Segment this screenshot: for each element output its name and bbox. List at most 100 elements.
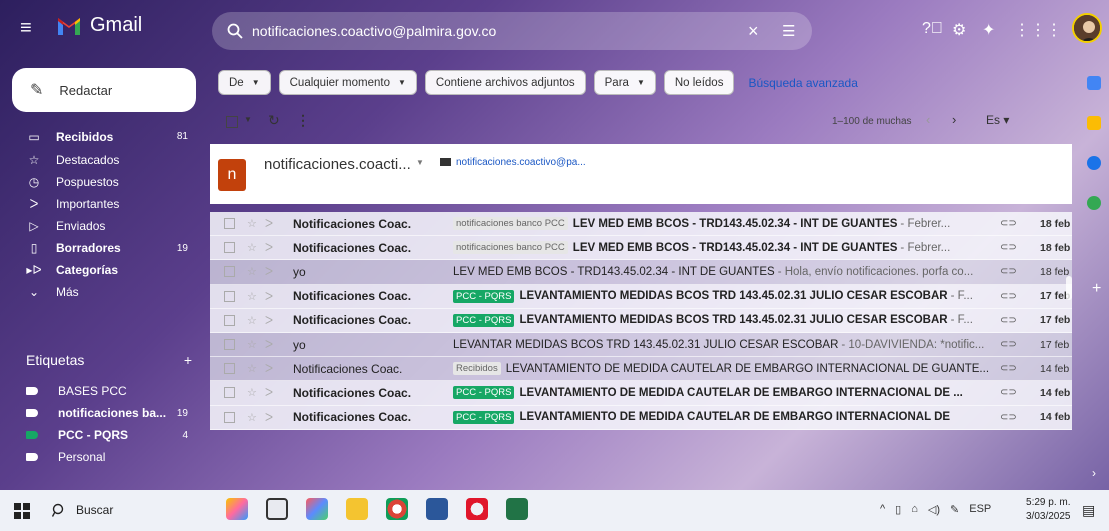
attachment-icon[interactable]: ⊂⊃ (1000, 339, 1020, 350)
email-label-chip[interactable]: PCC - PQRS (453, 289, 515, 303)
clear-search-icon[interactable]: × (748, 21, 764, 42)
word-icon[interactable] (426, 498, 448, 520)
volume-icon[interactable]: ◁) (928, 503, 940, 516)
star-icon[interactable]: ☆ (247, 217, 261, 230)
notification-icon[interactable]: ▤ (1082, 502, 1095, 519)
row-checkbox[interactable] (224, 314, 235, 326)
gemini-sparkle-icon[interactable]: ✦ (982, 20, 995, 40)
more-options-icon[interactable]: ⋮ (296, 112, 310, 129)
account-avatar[interactable] (1072, 13, 1102, 43)
label-item-personal[interactable]: Personal (0, 446, 200, 468)
opera-icon[interactable] (466, 498, 488, 520)
row-checkbox[interactable] (224, 363, 235, 375)
star-icon[interactable]: ☆ (247, 314, 261, 327)
attachment-icon[interactable]: ⊂⊃ (1000, 218, 1020, 229)
expand-panel-icon[interactable]: › (1092, 466, 1096, 480)
important-marker-icon[interactable]: ᐳ (265, 241, 279, 254)
email-row[interactable]: ☆ ᐳ Notificaciones Coac. notificaciones ban… (210, 212, 1072, 237)
taskbar-search[interactable]: Buscar (52, 503, 113, 517)
scrollbar-thumb[interactable] (1066, 276, 1072, 300)
important-marker-icon[interactable]: ᐳ (265, 386, 279, 399)
sidebar-item-sent[interactable]: ▷ Enviados (0, 215, 200, 237)
copilot-sparkle-icon[interactable] (226, 498, 248, 520)
label-item-bases-pcc[interactable]: BASES PCC (0, 380, 200, 402)
star-icon[interactable]: ☆ (247, 265, 261, 278)
add-addon-icon[interactable]: + (1092, 280, 1101, 298)
search-input[interactable]: notificaciones.coactivo@palmira.gov.co (252, 23, 748, 39)
next-page-icon[interactable]: › (952, 112, 956, 127)
star-icon[interactable]: ☆ (247, 290, 261, 303)
filter-from-chip[interactable]: De ▼ (218, 70, 271, 95)
row-checkbox[interactable] (224, 411, 235, 423)
search-bar[interactable]: notificaciones.coactivo@palmira.gov.co ×… (212, 12, 812, 50)
star-icon[interactable]: ☆ (247, 362, 261, 375)
windows-start-icon[interactable] (14, 503, 30, 519)
add-label-icon[interactable]: + (184, 352, 192, 368)
important-marker-icon[interactable]: ᐳ (265, 265, 279, 278)
apps-grid-icon[interactable]: ⋮⋮⋮ (1014, 20, 1062, 40)
email-row[interactable]: ☆ ᐳ yo LEV MED EMB BCOS - TRD143.45.02.34 -… (210, 260, 1072, 285)
tasks-icon[interactable] (1086, 156, 1101, 170)
email-row[interactable]: ☆ ᐳ Notificaciones Coac. PCC - PQRS LEVANTAM… (210, 308, 1072, 333)
filter-unread-chip[interactable]: No leídos (663, 70, 735, 95)
star-icon[interactable]: ☆ (247, 338, 261, 351)
calendar-icon[interactable] (1086, 76, 1101, 90)
row-checkbox[interactable] (224, 266, 235, 278)
refresh-icon[interactable]: ↻ (268, 112, 280, 129)
row-checkbox[interactable] (224, 387, 235, 399)
input-language-selector[interactable]: Es ▾ (986, 113, 1009, 127)
label-item-pcc-pqrs[interactable]: PCC - PQRS 4 (0, 424, 200, 446)
file-explorer-icon[interactable] (346, 498, 368, 520)
email-row[interactable]: ☆ ᐳ Notificaciones Coac. Recibidos LEVANTAMI… (210, 357, 1072, 382)
pen-icon[interactable]: ✎ (950, 503, 959, 516)
sidebar-item-inbox[interactable]: ▭ Recibidos 81 (0, 124, 200, 149)
prev-page-icon[interactable]: ‹ (926, 112, 930, 127)
teams-chat-icon[interactable] (306, 498, 328, 520)
contact-email[interactable]: notificaciones.coactivo@pa... (440, 157, 586, 168)
sidebar-item-important[interactable]: ᐳ Importantes (0, 193, 200, 215)
select-all-checkbox[interactable] (226, 116, 238, 128)
email-row[interactable]: ☆ ᐳ Notificaciones Coac. notificaciones ban… (210, 236, 1072, 261)
important-marker-icon[interactable]: ᐳ (265, 314, 279, 327)
network-icon[interactable]: ⌂ (911, 503, 918, 516)
sidebar-item-snoozed[interactable]: ◷ Pospuestos (0, 171, 200, 193)
select-options-icon[interactable]: ▼ (244, 115, 252, 124)
label-item-notificaciones[interactable]: notificaciones ba... 19 (0, 402, 200, 424)
important-marker-icon[interactable]: ᐳ (265, 290, 279, 303)
main-menu-icon[interactable]: ≡ (20, 18, 40, 38)
contact-card[interactable]: n notificaciones.coacti... ▼ notificacio… (210, 144, 1072, 204)
advanced-search-link[interactable]: Búsqueda avanzada (742, 70, 857, 95)
attachment-icon[interactable]: ⊂⊃ (1000, 315, 1020, 326)
gear-icon[interactable]: ⚙ (952, 20, 966, 40)
task-view-icon[interactable] (266, 498, 288, 520)
email-label-chip[interactable]: notificaciones banco PCC (453, 217, 568, 231)
email-row[interactable]: ☆ ᐳ Notificaciones Coac. PCC - PQRS LEVANTAM… (210, 405, 1072, 430)
compose-button[interactable]: ✎ Redactar (12, 68, 196, 112)
taskbar-clock[interactable]: 5:29 p. m. 3/03/2025 (1026, 496, 1071, 524)
star-icon[interactable]: ☆ (247, 411, 261, 424)
email-label-chip[interactable]: Recibidos (453, 362, 501, 376)
contacts-icon[interactable] (1086, 196, 1101, 210)
sidebar-item-drafts[interactable]: ▯ Borradores 19 (0, 237, 200, 259)
attachment-icon[interactable]: ⊂⊃ (1000, 363, 1020, 374)
row-checkbox[interactable] (224, 242, 235, 254)
star-icon[interactable]: ☆ (247, 386, 261, 399)
input-language[interactable]: ESP (969, 503, 991, 516)
important-marker-icon[interactable]: ᐳ (265, 362, 279, 375)
email-label-chip[interactable]: PCC - PQRS (453, 313, 515, 327)
row-checkbox[interactable] (224, 339, 235, 351)
attachment-icon[interactable]: ⊂⊃ (1000, 266, 1020, 277)
important-marker-icon[interactable]: ᐳ (265, 411, 279, 424)
filter-attachments-chip[interactable]: Contiene archivos adjuntos (424, 70, 586, 95)
filter-to-chip[interactable]: Para ▼ (593, 70, 656, 95)
sidebar-item-categories[interactable]: ▸ᐅ Categorías (0, 259, 200, 281)
row-checkbox[interactable] (224, 290, 235, 302)
sidebar-item-more[interactable]: ⌄ Más (0, 281, 200, 303)
search-icon[interactable] (226, 22, 244, 40)
attachment-icon[interactable]: ⊂⊃ (1000, 387, 1020, 398)
email-row[interactable]: ☆ ᐳ yo LEVANTAR MEDIDAS BCOS TRD 143.45.02.… (210, 332, 1072, 358)
excel-icon[interactable] (506, 498, 528, 520)
chrome-icon[interactable] (386, 498, 408, 520)
attachment-icon[interactable]: ⊂⊃ (1000, 242, 1020, 253)
filter-date-chip[interactable]: Cualquier momento ▼ (278, 70, 417, 95)
